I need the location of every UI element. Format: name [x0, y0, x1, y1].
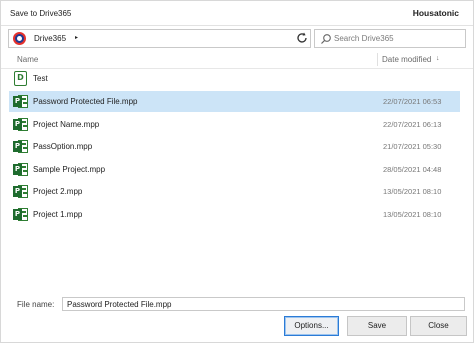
list-item-file[interactable]: P PassOption.mpp 21/07/2021 05:30: [9, 136, 460, 157]
list-item-file[interactable]: P Project 1.mpp 13/05/2021 08:10: [9, 204, 460, 225]
item-date: 22/07/2021 06:53: [383, 97, 442, 106]
refresh-icon[interactable]: [295, 31, 309, 45]
item-name: PassOption.mpp: [33, 142, 93, 151]
item-date: 28/05/2021 04:48: [383, 165, 442, 174]
drive365-logo-icon: [13, 32, 26, 45]
project-file-icon: P: [13, 184, 29, 199]
item-date: 13/05/2021 08:10: [383, 210, 442, 219]
search-box[interactable]: [314, 29, 466, 48]
list-item-file[interactable]: P Sample Project.mpp 28/05/2021 04:48: [9, 159, 460, 180]
folder-d-icon: D: [14, 71, 27, 86]
column-header-name[interactable]: Name: [17, 55, 38, 64]
column-header-date-modified[interactable]: Date modified: [382, 55, 431, 64]
chevron-right-icon[interactable]: ▸: [75, 34, 78, 41]
item-date: 22/07/2021 06:13: [383, 120, 442, 129]
options-button[interactable]: Options...: [284, 316, 339, 336]
item-date: 13/05/2021 08:10: [383, 187, 442, 196]
save-button[interactable]: Save: [347, 316, 407, 336]
project-file-icon: P: [13, 139, 29, 154]
item-name: Sample Project.mpp: [33, 165, 106, 174]
item-name: Test: [33, 74, 48, 83]
file-name-input[interactable]: [62, 297, 465, 311]
brand-name: Housatonic: [412, 8, 459, 18]
column-header-row: Name Date modified ↓: [1, 51, 473, 69]
address-location[interactable]: Drive365: [34, 34, 66, 43]
file-name-label: File name:: [17, 300, 55, 309]
dialog-title: Save to Drive365: [10, 9, 72, 18]
item-name: Project 1.mpp: [33, 210, 83, 219]
column-divider[interactable]: [377, 53, 378, 66]
item-name: Project 2.mpp: [33, 187, 83, 196]
save-dialog: Save to Drive365 Housatonic Drive365 ▸ N…: [0, 0, 474, 343]
title-bar: Save to Drive365 Housatonic: [1, 1, 473, 26]
close-button[interactable]: Close: [410, 316, 467, 336]
item-date: 21/07/2021 05:30: [383, 142, 442, 151]
project-file-icon: P: [13, 162, 29, 177]
search-icon: [321, 34, 331, 44]
search-input[interactable]: [334, 32, 462, 45]
project-file-icon: P: [13, 207, 29, 222]
project-file-icon: P: [13, 94, 29, 109]
project-file-icon: P: [13, 117, 29, 132]
sort-descending-icon[interactable]: ↓: [436, 55, 440, 62]
list-item-file[interactable]: P Project Name.mpp 22/07/2021 06:13: [9, 114, 460, 135]
address-bar[interactable]: Drive365 ▸: [8, 29, 311, 48]
list-item-file[interactable]: P Project 2.mpp 13/05/2021 08:10: [9, 181, 460, 202]
item-name: Password Protected File.mpp: [33, 97, 138, 106]
list-item-folder[interactable]: D Test: [9, 68, 460, 89]
list-item-file[interactable]: P Password Protected File.mpp 22/07/2021…: [9, 91, 460, 112]
item-name: Project Name.mpp: [33, 120, 100, 129]
